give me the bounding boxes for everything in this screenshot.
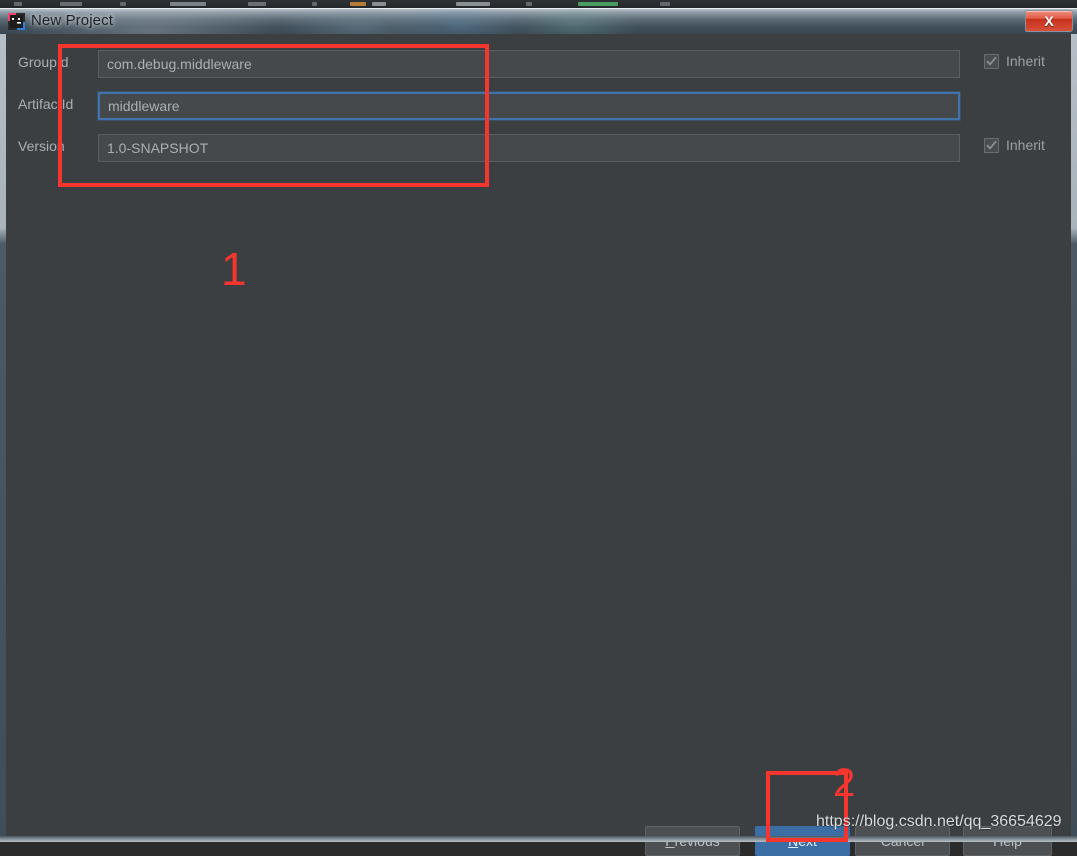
window-title: New Project bbox=[31, 12, 113, 29]
version-label: Version bbox=[18, 138, 65, 154]
title-bar[interactable]: New Project X bbox=[0, 8, 1077, 34]
watermark-text: https://blog.csdn.net/qq_36654629 bbox=[816, 813, 1062, 830]
groupid-inherit-checkbox[interactable]: Inherit bbox=[984, 53, 1045, 69]
groupid-inherit-label: Inherit bbox=[1006, 53, 1045, 69]
maven-coordinates-panel: GroupId Inherit ArtifactId Vers bbox=[6, 34, 1071, 856]
close-button-label: X bbox=[1044, 13, 1054, 29]
form-row-version: Version Inherit bbox=[6, 134, 1065, 162]
intellij-idea-icon bbox=[8, 13, 25, 30]
form-row-groupid: GroupId Inherit bbox=[6, 50, 1065, 78]
window-edge-right bbox=[1071, 34, 1077, 842]
version-input[interactable] bbox=[98, 134, 960, 162]
desktop-background-strip bbox=[0, 0, 1077, 8]
window-edge-bottom bbox=[0, 836, 1077, 842]
dialog-client-area: GroupId Inherit ArtifactId Vers bbox=[0, 34, 1077, 856]
version-inherit-label: Inherit bbox=[1006, 137, 1045, 153]
new-project-dialog-window: New Project X GroupId Inherit bbox=[0, 8, 1077, 856]
checkbox-icon[interactable] bbox=[984, 53, 999, 69]
version-inherit-checkbox[interactable]: Inherit bbox=[984, 137, 1045, 153]
checkbox-icon[interactable] bbox=[984, 137, 999, 153]
close-icon[interactable]: X bbox=[1025, 10, 1073, 32]
artifactid-input[interactable] bbox=[98, 92, 960, 120]
artifactid-label: ArtifactId bbox=[18, 96, 74, 112]
form-row-artifactid: ArtifactId bbox=[6, 92, 1065, 120]
groupid-label: GroupId bbox=[18, 54, 69, 70]
groupid-input[interactable] bbox=[98, 50, 960, 78]
